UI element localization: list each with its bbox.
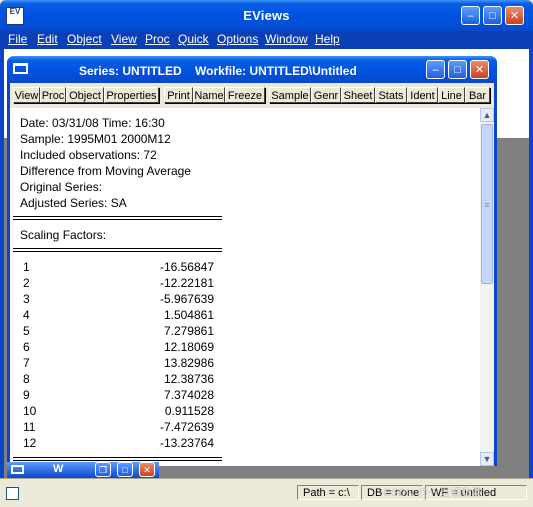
window-icon [11, 465, 24, 474]
scroll-up-icon[interactable]: ▲ [480, 108, 494, 122]
scaling-factor-value: 7.279861 [163, 324, 214, 338]
menu-window[interactable]: Window [265, 32, 308, 46]
window-icon[interactable] [13, 63, 28, 74]
properties-button[interactable]: Properties [104, 87, 159, 103]
scroll-down-icon[interactable]: ▼ [480, 452, 494, 466]
name-button[interactable]: Name [193, 87, 225, 103]
scaling-factor-value: -7.472639 [159, 420, 214, 434]
child-close-icon[interactable]: ✕ [470, 60, 489, 79]
output-original: Original Series: [20, 180, 103, 194]
row-index: 6 [23, 340, 30, 354]
menu-proc[interactable]: Proc [145, 32, 170, 46]
scaling-factor-value: 7.374028 [163, 388, 214, 402]
output-method: Difference from Moving Average [20, 164, 191, 178]
row-index: 4 [23, 308, 30, 322]
minimized-window-title: W [53, 463, 64, 475]
scaling-factors-label: Scaling Factors: [20, 228, 107, 242]
output-table[interactable]: Date: 03/31/08 Time: 16:30 Sample: 1995M… [10, 108, 480, 466]
menu-object[interactable]: Object [67, 32, 102, 46]
print-button[interactable]: Print [164, 87, 193, 103]
series-window-titlebar[interactable]: Series: UNTITLED Workfile: UNTITLED\Unti… [7, 56, 497, 83]
row-index: 1 [23, 260, 30, 274]
row-index: 3 [23, 292, 30, 306]
menu-view[interactable]: View [111, 32, 137, 46]
row-index: 12 [23, 436, 37, 450]
minimize-icon[interactable]: – [461, 6, 480, 25]
sheet-button[interactable]: Sheet [341, 87, 375, 103]
scaling-factor-value: -12.22181 [159, 276, 214, 290]
series-window-title: Series: UNTITLED Workfile: UNTITLED\Unti… [79, 64, 357, 78]
vertical-scrollbar[interactable]: ▲ ≡ ▼ [480, 108, 494, 466]
bar-button[interactable]: Bar [465, 87, 490, 103]
object-button[interactable]: Object [66, 87, 104, 103]
table-divider [13, 460, 222, 461]
output-observations: Included observations: 72 [20, 148, 157, 162]
menu-edit[interactable]: Edit [37, 32, 58, 46]
scaling-factor-value: 12.38736 [163, 372, 214, 386]
output-date: Date: 03/31/08 Time: 16:30 [20, 116, 165, 130]
scaling-factor-value: 0.911528 [164, 404, 214, 418]
close-icon[interactable]: ✕ [505, 6, 524, 25]
table-divider [13, 457, 222, 458]
ident-button[interactable]: Ident [407, 87, 438, 103]
menu-help[interactable]: Help [315, 32, 340, 46]
row-index: 10 [23, 404, 37, 418]
freeze-button[interactable]: Freeze [225, 87, 265, 103]
genr-button[interactable]: Genr [311, 87, 341, 103]
row-index: 5 [23, 324, 30, 338]
proc-button[interactable]: Proc [40, 87, 66, 103]
app-frame-right [529, 49, 533, 489]
view-button[interactable]: View [13, 87, 40, 103]
menu-file[interactable]: File [8, 32, 27, 46]
row-index: 8 [23, 372, 30, 386]
table-divider [13, 251, 222, 252]
watermark-text: CSDN @一直细数数 [383, 487, 484, 499]
output-adjusted: Adjusted Series: SA [20, 196, 127, 210]
scroll-thumb[interactable]: ≡ [481, 124, 493, 284]
row-index: 2 [23, 276, 30, 290]
app-title: EViews [243, 8, 290, 23]
series-toolbar: View Proc Object Properties Print Name F… [10, 83, 494, 108]
close-icon[interactable]: ✕ [139, 462, 155, 477]
row-index: 7 [23, 356, 30, 370]
status-checkbox[interactable] [6, 487, 19, 500]
row-index: 11 [23, 420, 36, 434]
scaling-factor-value: 1.504861 [163, 308, 214, 322]
child-minimize-icon[interactable]: – [426, 60, 445, 79]
table-divider [13, 216, 222, 217]
sample-button[interactable]: Sample [269, 87, 311, 103]
table-divider [13, 219, 222, 220]
maximize-icon[interactable]: □ [483, 6, 502, 25]
scaling-factor-value: -13.23764 [159, 436, 214, 450]
table-divider [13, 248, 222, 249]
stats-button[interactable]: Stats [375, 87, 407, 103]
menu-bar: File Edit Object View Proc Quick Options… [0, 31, 533, 49]
status-path: Path = c:\ [297, 485, 359, 500]
scaling-factor-value: -16.56847 [159, 260, 214, 274]
child-maximize-icon[interactable]: □ [448, 60, 467, 79]
maximize-icon[interactable]: □ [117, 462, 133, 477]
scaling-factor-value: 12.18069 [163, 340, 214, 354]
app-titlebar[interactable]: EV EViews – □ ✕ [0, 0, 533, 31]
menu-options[interactable]: Options [217, 32, 258, 46]
scaling-factor-value: 13.82986 [163, 356, 214, 370]
series-window: Series: UNTITLED Workfile: UNTITLED\Unti… [7, 56, 497, 466]
menu-quick[interactable]: Quick [178, 32, 209, 46]
minimized-window[interactable]: W ❐ □ ✕ [7, 462, 159, 478]
row-index: 9 [23, 388, 30, 402]
output-sample: Sample: 1995M01 2000M12 [20, 132, 171, 146]
scaling-factor-value: -5.967639 [159, 292, 214, 306]
restore-icon[interactable]: ❐ [95, 462, 111, 477]
line-button[interactable]: Line [438, 87, 465, 103]
